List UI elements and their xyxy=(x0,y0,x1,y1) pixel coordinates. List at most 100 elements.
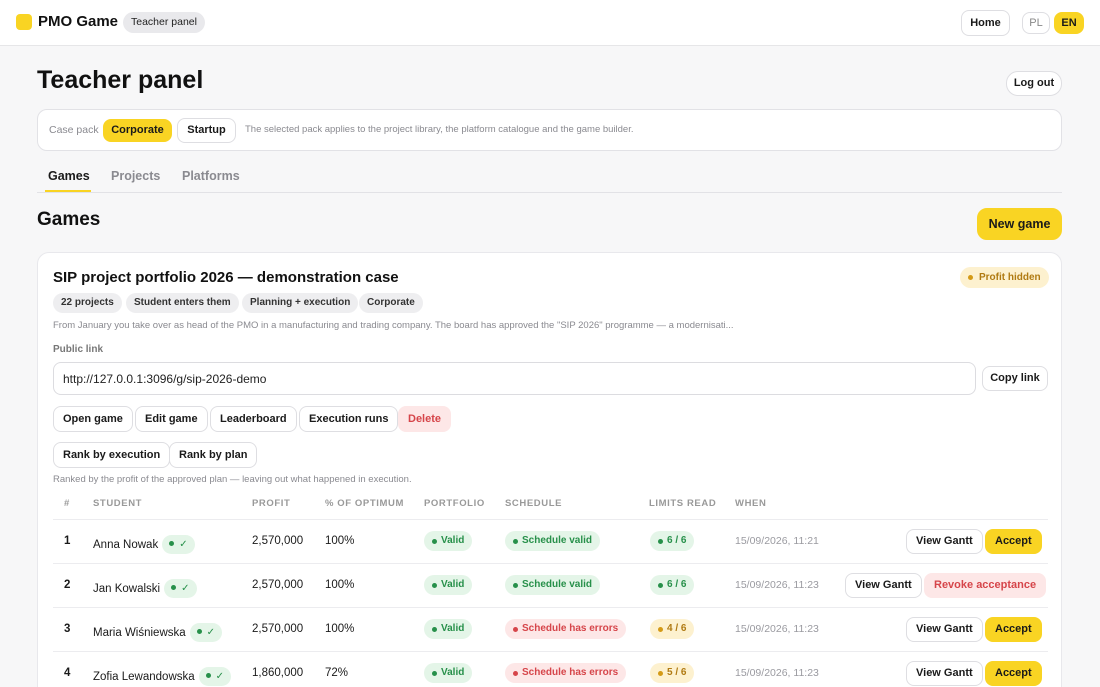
schedule-status-badge: Schedule valid xyxy=(505,531,601,551)
new-game-button[interactable]: New game xyxy=(977,208,1062,240)
logo-icon xyxy=(16,14,32,30)
page-title: Teacher panel xyxy=(37,66,204,94)
profit-value: 1,860,000 xyxy=(252,667,304,679)
accept-button[interactable]: Accept xyxy=(985,661,1042,686)
checked-badge: ✓ xyxy=(162,535,195,554)
row-rank: 2 xyxy=(64,579,71,591)
row-rank: 3 xyxy=(64,623,71,635)
schedule-status-badge: Schedule valid xyxy=(505,575,601,595)
delete-button[interactable]: Delete xyxy=(398,406,452,432)
case-pack-panel: Case pack Corporate Startup The selected… xyxy=(37,109,1062,151)
timestamp: 15/09/2026, 11:23 xyxy=(735,667,819,679)
edit-game-button[interactable]: Edit game xyxy=(135,406,208,432)
checked-badge: ✓ xyxy=(198,667,232,686)
col-limits-read: LIMITS READ xyxy=(649,498,717,509)
optimum-value: 100% xyxy=(325,579,355,591)
status-dot-icon xyxy=(169,541,175,546)
panel-tag: Teacher panel xyxy=(123,12,205,33)
portfolio-status-badge: Valid xyxy=(424,663,473,683)
leaderboard-button[interactable]: Leaderboard xyxy=(210,406,297,432)
rank-by-execution-button[interactable]: Rank by execution xyxy=(53,442,171,468)
top-bar: PMO Game Teacher panel Home PL EN xyxy=(0,0,1100,46)
tag-planning-execution: Planning + execution xyxy=(242,293,359,313)
case-pack-note: The selected pack applies to the project… xyxy=(245,124,634,135)
portfolio-status-badge: Valid xyxy=(424,531,473,551)
timestamp: 15/09/2026, 11:21 xyxy=(735,535,819,547)
limits-read-badge: 6 / 6 xyxy=(650,575,695,595)
student-name-text: Anna Nowak xyxy=(93,539,159,551)
col-student: STUDENT xyxy=(93,498,143,509)
limits-read-badge: 4 / 6 xyxy=(650,619,695,639)
student-name-text: Jan Kowalski xyxy=(93,583,161,595)
tag-projects: 22 projects xyxy=(53,293,122,313)
accept-button[interactable]: Accept xyxy=(985,529,1042,554)
view-gantt-button[interactable]: View Gantt xyxy=(906,661,983,686)
col-optimum: % OF OPTIMUM xyxy=(325,498,404,509)
tab-platforms[interactable]: Platforms xyxy=(182,169,240,183)
table-row: 1 Anna Nowak ✓ 2,570,000 100% Valid Sched… xyxy=(53,520,1048,564)
profit-value: 2,570,000 xyxy=(252,579,304,591)
view-gantt-button[interactable]: View Gantt xyxy=(906,617,983,642)
portfolio-status-badge: Valid xyxy=(424,619,473,639)
student-name: Jan Kowalski ✓ xyxy=(93,579,197,598)
public-link-field[interactable] xyxy=(53,362,976,395)
schedule-status-badge: Schedule has errors xyxy=(505,663,627,683)
check-icon: ✓ xyxy=(215,671,225,682)
tab-bar: Games Projects Platforms xyxy=(37,166,1062,193)
tab-games[interactable]: Games xyxy=(48,169,90,183)
check-icon: ✓ xyxy=(181,583,190,594)
accept-button[interactable]: Accept xyxy=(985,617,1042,642)
table-row: 3 Maria Wiśniewska ✓ 2,570,000 100% Valid… xyxy=(53,608,1048,652)
open-game-button[interactable]: Open game xyxy=(53,406,133,432)
schedule-status-badge: Schedule has errors xyxy=(505,619,627,639)
view-gantt-button[interactable]: View Gantt xyxy=(906,529,983,554)
table-row: 2 Jan Kowalski ✓ 2,570,000 100% Valid Sch… xyxy=(53,564,1048,608)
table-row: 4 Zofia Lewandowska ✓ 1,860,000 72% Valid… xyxy=(53,652,1048,687)
profit-value: 2,570,000 xyxy=(252,535,304,547)
portfolio-status-badge: Valid xyxy=(424,575,473,595)
case-pack-startup-button[interactable]: Startup xyxy=(177,118,236,143)
student-name-text: Maria Wiśniewska xyxy=(93,627,186,639)
row-rank: 1 xyxy=(64,535,71,547)
checked-badge: ✓ xyxy=(189,623,223,642)
student-name: Zofia Lewandowska ✓ xyxy=(93,667,232,686)
limits-read-badge: 6 / 6 xyxy=(650,531,695,551)
timestamp: 15/09/2026, 11:23 xyxy=(735,623,819,635)
tag-corporate: Corporate xyxy=(359,293,423,313)
brand-name[interactable]: PMO Game xyxy=(38,13,118,30)
lang-pl-button[interactable]: PL xyxy=(1022,12,1050,34)
copy-link-button[interactable]: Copy link xyxy=(982,366,1048,391)
check-icon: ✓ xyxy=(206,627,216,638)
case-pack-label: Case pack xyxy=(49,124,99,136)
active-tab-indicator xyxy=(45,190,91,192)
revoke-acceptance-button[interactable]: Revoke acceptance xyxy=(924,573,1047,598)
optimum-value: 72% xyxy=(325,667,349,679)
check-icon: ✓ xyxy=(179,539,188,550)
tag-student-enters: Student enters them xyxy=(126,293,239,313)
tab-projects[interactable]: Projects xyxy=(111,169,160,183)
status-dot-icon xyxy=(196,629,202,634)
col-rank: # xyxy=(64,498,70,509)
lang-en-button[interactable]: EN xyxy=(1054,12,1084,34)
student-name-text: Zofia Lewandowska xyxy=(93,671,195,683)
limits-read-badge: 5 / 6 xyxy=(650,663,695,683)
public-link-label: Public link xyxy=(53,344,104,355)
optimum-value: 100% xyxy=(325,623,355,635)
ranked-note: Ranked by the profit of the approved pla… xyxy=(53,474,412,485)
student-name: Maria Wiśniewska ✓ xyxy=(93,623,223,642)
status-dot-icon xyxy=(171,585,177,590)
games-section-title: Games xyxy=(37,209,101,230)
rank-by-plan-button[interactable]: Rank by plan xyxy=(169,442,258,468)
view-gantt-button[interactable]: View Gantt xyxy=(845,573,922,598)
col-portfolio: PORTFOLIO xyxy=(424,498,485,509)
timestamp: 15/09/2026, 11:23 xyxy=(735,579,819,591)
case-pack-corporate-button[interactable]: Corporate xyxy=(103,119,172,142)
checked-badge: ✓ xyxy=(164,579,197,598)
game-description: From January you take over as head of th… xyxy=(53,320,734,331)
row-rank: 4 xyxy=(64,667,71,679)
logout-button[interactable]: Log out xyxy=(1006,71,1062,96)
col-schedule: SCHEDULE xyxy=(505,498,563,509)
home-button[interactable]: Home xyxy=(961,10,1010,36)
execution-runs-button[interactable]: Execution runs xyxy=(299,406,399,432)
student-name: Anna Nowak ✓ xyxy=(93,535,195,554)
